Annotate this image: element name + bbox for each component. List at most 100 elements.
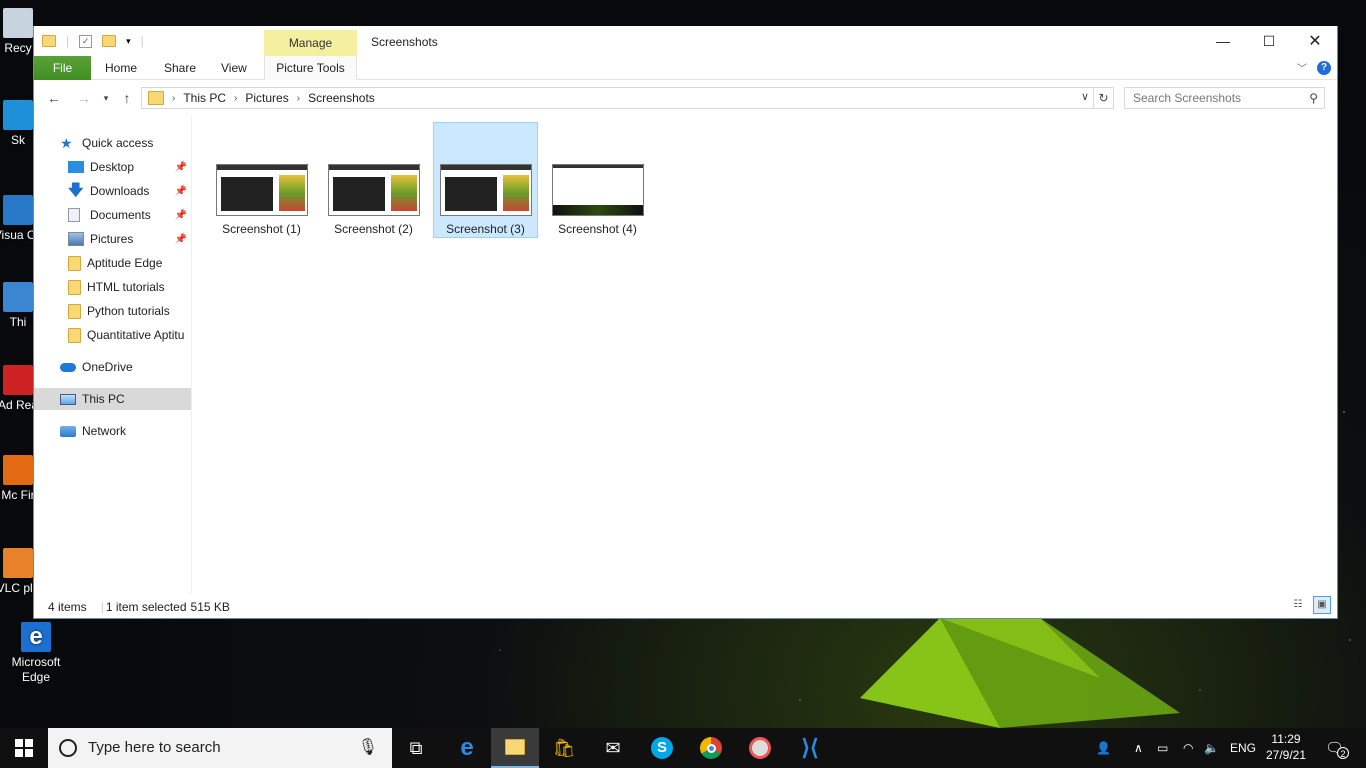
chevron-down-icon[interactable]: ∨	[1081, 90, 1089, 103]
file-item[interactable]: Screenshot (2)	[321, 122, 426, 238]
status-bar: 4 items | 1 item selected 515 KB	[48, 600, 230, 614]
file-item[interactable]: Screenshot (4)	[545, 122, 650, 238]
skype-taskbar-icon[interactable]: S	[638, 728, 686, 768]
sidebar-item-label: This PC	[82, 392, 125, 406]
chevron-right-icon[interactable]: ›	[297, 93, 300, 104]
window-title: Screenshots	[371, 35, 438, 49]
tab-share[interactable]: Share	[152, 56, 208, 80]
minimize-button[interactable]: —	[1200, 26, 1246, 56]
sidebar-item-documents[interactable]: Documents 📌	[34, 204, 191, 226]
sidebar-item-onedrive[interactable]: OneDrive	[34, 356, 191, 378]
file-name: Screenshot (4)	[558, 222, 637, 236]
start-button[interactable]	[0, 728, 48, 768]
sidebar-item-label: Quantitative Aptitu	[87, 328, 185, 342]
help-icon[interactable]: ?	[1317, 61, 1331, 75]
manage-tab[interactable]: Manage	[264, 30, 357, 56]
sidebar-item-label: Network	[82, 424, 127, 438]
file-name: Screenshot (2)	[334, 222, 413, 236]
wifi-icon[interactable]: ◠	[1183, 728, 1193, 768]
clock-time: 11:29	[1271, 732, 1301, 746]
properties-icon[interactable]: ✓	[79, 34, 93, 48]
new-folder-icon[interactable]	[102, 35, 117, 47]
microphone-icon[interactable]: 🎙	[358, 728, 378, 768]
breadcrumb-pictures[interactable]: Pictures	[245, 91, 288, 105]
sidebar-item-label: Desktop	[90, 160, 135, 174]
chrome-taskbar-icon[interactable]	[687, 728, 735, 768]
recent-locations-button[interactable]: ▾	[96, 88, 116, 108]
chevron-right-icon[interactable]: ›	[234, 93, 237, 104]
battery-icon[interactable]: ▭	[1157, 728, 1168, 768]
people-icon[interactable]: 👤	[1096, 728, 1111, 768]
sidebar-item-pictures[interactable]: Pictures 📌	[34, 228, 191, 250]
folder-icon	[68, 279, 81, 295]
cortana-icon	[59, 739, 77, 757]
search-input[interactable]: Search Screenshots ⚲	[1124, 87, 1325, 109]
file-item-selected[interactable]: Screenshot (3)	[433, 122, 538, 238]
large-icons-view-icon[interactable]: ▣	[1313, 596, 1331, 614]
image-thumbnail	[328, 164, 420, 216]
navigation-pane: ★ Quick access Desktop 📌 🡇 Downloads 📌 D…	[34, 116, 192, 594]
sidebar-item-network[interactable]: Network	[34, 420, 191, 442]
sidebar-item-label: OneDrive	[82, 360, 133, 374]
sidebar-item-desktop[interactable]: Desktop 📌	[34, 156, 191, 178]
address-bar[interactable]: › This PC › Pictures › Screenshots ∨	[141, 87, 1094, 109]
download-arrow-icon: 🡇	[68, 182, 84, 199]
mail-taskbar-icon[interactable]: ✉	[589, 728, 637, 768]
task-view-icon[interactable]: ⧉	[392, 728, 440, 768]
up-button[interactable]: ↑	[117, 88, 137, 108]
sidebar-item-label: Documents	[90, 208, 151, 222]
breadcrumb-screenshots[interactable]: Screenshots	[308, 91, 375, 105]
file-list: Screenshot (1) Screenshot (2) Screenshot…	[194, 116, 1334, 594]
media-player-taskbar-icon[interactable]	[736, 728, 784, 768]
sidebar-item-label: Aptitude Edge	[87, 256, 163, 270]
image-thumbnail	[552, 164, 644, 216]
back-button[interactable]: ←	[44, 88, 64, 108]
forward-button[interactable]: →	[74, 88, 94, 108]
taskbar: Type here to search 🎙 ⧉ e 🛍 ✉ S ⟩⟨ 👤 ∧ ▭…	[0, 728, 1366, 768]
divider: |	[66, 34, 70, 48]
pin-icon: 📌	[174, 233, 187, 245]
sidebar-item-folder[interactable]: HTML tutorials	[34, 276, 191, 298]
language-indicator[interactable]: ENG	[1230, 728, 1256, 768]
sidebar-item-downloads[interactable]: 🡇 Downloads 📌	[34, 180, 191, 202]
tab-view[interactable]: View	[209, 56, 259, 80]
edge-taskbar-icon[interactable]: e	[443, 728, 491, 768]
breadcrumb-this-pc[interactable]: This PC	[183, 91, 226, 105]
store-taskbar-icon[interactable]: 🛍	[540, 728, 588, 768]
customize-qat-icon[interactable]: ▾	[126, 36, 131, 47]
desktop-icon-edge[interactable]: e Microsoft Edge	[6, 622, 66, 685]
volume-icon[interactable]: 🔈	[1204, 728, 1219, 768]
tab-file[interactable]: File	[34, 56, 91, 80]
pin-icon: 📌	[174, 161, 187, 173]
tab-home[interactable]: Home	[93, 56, 149, 80]
app-icon	[3, 365, 33, 395]
clock[interactable]: 11:29 27/9/21	[1258, 731, 1314, 763]
action-center-button[interactable]: 🗨 2	[1322, 728, 1352, 768]
file-explorer-taskbar-icon[interactable]	[491, 728, 539, 768]
taskbar-search-input[interactable]: Type here to search 🎙	[48, 728, 392, 768]
maximize-button[interactable]: ☐	[1246, 26, 1292, 56]
cloud-icon	[60, 362, 76, 372]
clock-date: 27/9/21	[1265, 748, 1307, 762]
sidebar-item-this-pc[interactable]: This PC	[34, 388, 191, 410]
sidebar-item-label: Downloads	[90, 184, 150, 198]
sidebar-item-label: Pictures	[90, 232, 134, 246]
sidebar-item-label: HTML tutorials	[87, 280, 165, 294]
app-icon	[3, 282, 33, 312]
vscode-taskbar-icon[interactable]: ⟩⟨	[786, 728, 834, 768]
sidebar-item-folder[interactable]: Aptitude Edge	[34, 252, 191, 274]
details-view-icon[interactable]: ☷	[1289, 596, 1307, 614]
close-button[interactable]: ✕	[1292, 26, 1338, 56]
chevron-right-icon[interactable]: ›	[172, 93, 175, 104]
file-item[interactable]: Screenshot (1)	[209, 122, 314, 238]
document-icon	[68, 208, 80, 222]
view-toggle: ☷ ▣	[1289, 596, 1331, 614]
expand-ribbon-icon[interactable]: ﹀	[1297, 60, 1307, 75]
sidebar-item-quick-access[interactable]: ★ Quick access	[34, 132, 191, 154]
chevron-up-icon[interactable]: ∧	[1134, 728, 1143, 768]
sidebar-item-folder[interactable]: Quantitative Aptitu	[34, 324, 191, 346]
tab-picture-tools[interactable]: Picture Tools	[264, 56, 357, 80]
pin-icon: 📌	[174, 185, 187, 197]
sidebar-item-folder[interactable]: Python tutorials	[34, 300, 191, 322]
refresh-button[interactable]: ↻	[1094, 87, 1114, 109]
